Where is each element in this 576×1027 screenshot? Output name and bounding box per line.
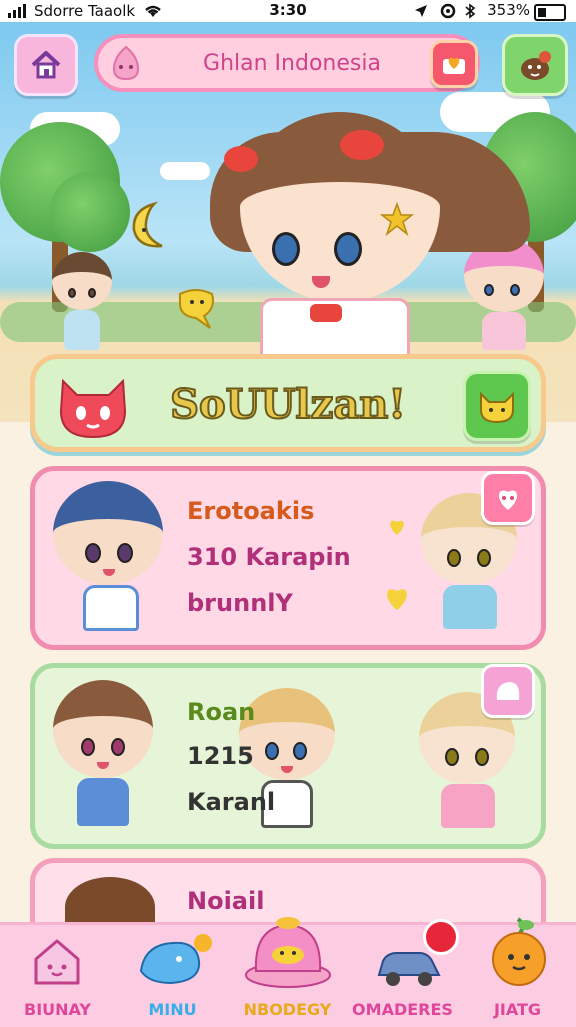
pastry-icon [496, 682, 520, 700]
heart-envelope-icon [443, 57, 465, 74]
small-heart-icon [390, 520, 404, 535]
bottom-nav: BIUNAY MINU NBODEGY OMADERES JIATG [0, 917, 576, 1027]
battery-percent: 353% [487, 1, 530, 19]
main-character [210, 92, 530, 362]
nav-item-2[interactable]: MINU [115, 925, 230, 1027]
nav-item-5[interactable]: JIATG [460, 917, 575, 1027]
card-1-line-2: 310 Karapin [187, 543, 351, 571]
heart-face-icon [498, 490, 518, 510]
nav-label-3: NBODEGY [243, 1000, 332, 1019]
card-2-line-2: 1215 [187, 742, 254, 770]
nav-label-2: MINU [148, 1000, 197, 1019]
blue-bird-icon [139, 934, 212, 985]
welcome-banner[interactable]: SoUUlzan! [30, 354, 546, 452]
moon-icon [132, 201, 163, 248]
nav-label-5: JIATG [493, 1000, 542, 1019]
title-badge-button[interactable] [430, 40, 478, 88]
character-boy-left [46, 252, 118, 352]
notification-icon [423, 919, 459, 955]
card-1-line-1: Erotoakis [187, 497, 315, 525]
nav-item-1[interactable]: BIUNAY [0, 925, 115, 1027]
yellow-cat-icon [480, 391, 514, 424]
card-2-line-3: Karanl [187, 788, 276, 816]
character-card-1[interactable]: Erotoakis 310 Karapin brunnlY [30, 466, 546, 650]
alarm-icon [440, 3, 456, 19]
big-heart-icon [387, 589, 407, 611]
home-icon [31, 51, 61, 79]
character-card-2[interactable]: Roan 1215 Karanl [30, 663, 546, 849]
pet-face-icon [521, 51, 551, 80]
nav-label-4: OMADERES [352, 1000, 453, 1019]
card-2-line-1: Roan [187, 698, 256, 726]
home-button[interactable] [14, 34, 78, 96]
location-icon [415, 5, 427, 17]
battery-icon [534, 4, 566, 21]
page-title: Ghlan Indonesia [203, 50, 381, 76]
banner-cat-button[interactable] [463, 371, 531, 441]
card-3-line-1: Noiail [187, 887, 265, 915]
nav-item-3[interactable]: NBODEGY [230, 917, 345, 1027]
card-1-line-3: brunnlY [187, 589, 293, 617]
orange-fruit-icon [492, 917, 546, 986]
status-bar: Sdorre Taaolk 3:30 353% [0, 0, 576, 22]
peach-icon [112, 45, 140, 81]
card-2-badge[interactable] [481, 664, 535, 718]
title-bar[interactable]: Ghlan Indonesia [94, 34, 480, 92]
nav-item-4[interactable]: OMADERES [345, 919, 460, 1027]
bluetooth-icon [465, 3, 476, 19]
card-2-character-left [49, 680, 159, 835]
pink-pot-icon [245, 917, 331, 988]
nav-label-1: BIUNAY [24, 1000, 91, 1019]
card-1-character-left [47, 481, 167, 636]
pet-button[interactable] [502, 34, 568, 96]
card-1-badge[interactable] [481, 471, 535, 525]
house-face-icon [34, 939, 80, 985]
